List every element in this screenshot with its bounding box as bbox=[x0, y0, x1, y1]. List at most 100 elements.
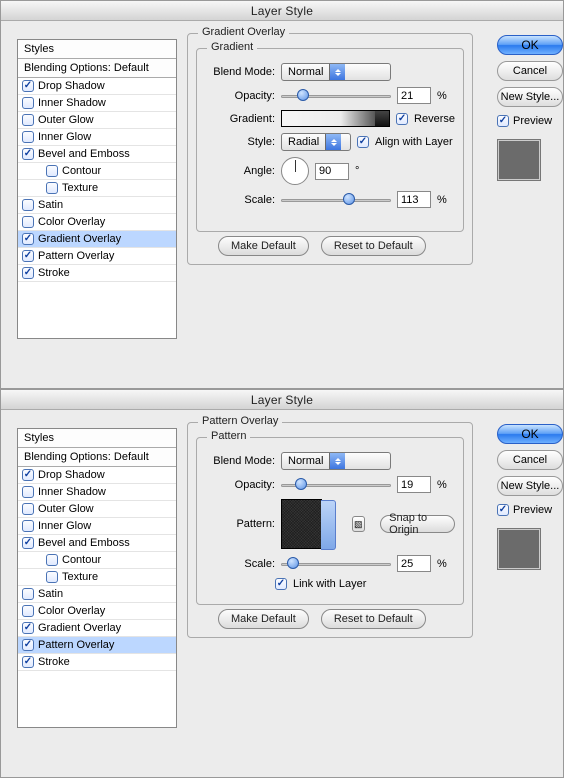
new-style-button[interactable]: New Style... bbox=[497, 476, 563, 496]
preview-checkbox[interactable] bbox=[497, 115, 509, 127]
style-row-pattern-overlay[interactable]: Pattern Overlay bbox=[18, 248, 176, 265]
snap-to-origin-button[interactable]: Snap to Origin bbox=[380, 515, 455, 533]
style-select[interactable]: Radial bbox=[281, 133, 351, 151]
style-row-bevel-and-emboss[interactable]: Bevel and Emboss bbox=[18, 146, 176, 163]
style-checkbox[interactable] bbox=[46, 554, 58, 566]
group-title: Pattern Overlay bbox=[198, 415, 282, 427]
style-row-inner-glow[interactable]: Inner Glow bbox=[18, 129, 176, 146]
opacity-label: Opacity: bbox=[205, 90, 275, 102]
style-row-stroke[interactable]: Stroke bbox=[18, 265, 176, 282]
style-row-satin[interactable]: Satin bbox=[18, 197, 176, 214]
style-label: Bevel and Emboss bbox=[38, 148, 130, 160]
ok-button[interactable]: OK bbox=[497, 424, 563, 444]
style-checkbox[interactable] bbox=[46, 571, 58, 583]
style-checkbox[interactable] bbox=[22, 503, 34, 515]
scale-label: Scale: bbox=[205, 194, 275, 206]
style-row-gradient-overlay[interactable]: Gradient Overlay bbox=[18, 231, 176, 248]
style-row-contour[interactable]: Contour bbox=[18, 552, 176, 569]
style-checkbox[interactable] bbox=[22, 216, 34, 228]
opacity-slider[interactable] bbox=[281, 89, 391, 103]
reset-default-button[interactable]: Reset to Default bbox=[321, 609, 426, 629]
style-checkbox[interactable] bbox=[22, 131, 34, 143]
style-checkbox[interactable] bbox=[22, 80, 34, 92]
style-row-stroke[interactable]: Stroke bbox=[18, 654, 176, 671]
style-row-gradient-overlay[interactable]: Gradient Overlay bbox=[18, 620, 176, 637]
style-checkbox[interactable] bbox=[46, 165, 58, 177]
style-row-texture[interactable]: Texture bbox=[18, 180, 176, 197]
angle-input[interactable] bbox=[315, 163, 349, 180]
new-preset-icon[interactable]: ▧ bbox=[352, 516, 365, 532]
style-label: Gradient Overlay bbox=[38, 233, 121, 245]
style-row-inner-shadow[interactable]: Inner Shadow bbox=[18, 484, 176, 501]
style-checkbox[interactable] bbox=[22, 605, 34, 617]
style-row-inner-shadow[interactable]: Inner Shadow bbox=[18, 95, 176, 112]
style-row-drop-shadow[interactable]: Drop Shadow bbox=[18, 467, 176, 484]
style-checkbox[interactable] bbox=[22, 622, 34, 634]
style-checkbox[interactable] bbox=[22, 114, 34, 126]
pattern-picker[interactable] bbox=[281, 499, 322, 549]
scale-slider[interactable] bbox=[281, 193, 391, 207]
style-checkbox[interactable] bbox=[22, 267, 34, 279]
blending-options[interactable]: Blending Options: Default bbox=[18, 59, 176, 78]
style-row-color-overlay[interactable]: Color Overlay bbox=[18, 603, 176, 620]
style-label: Gradient Overlay bbox=[38, 622, 121, 634]
ok-button[interactable]: OK bbox=[497, 35, 563, 55]
scale-input[interactable] bbox=[397, 555, 431, 572]
blend-mode-select[interactable]: Normal bbox=[281, 452, 391, 470]
style-checkbox[interactable] bbox=[22, 233, 34, 245]
style-label: Inner Glow bbox=[38, 131, 91, 143]
style-checkbox[interactable] bbox=[22, 486, 34, 498]
angle-dial[interactable] bbox=[281, 157, 309, 185]
style-checkbox[interactable] bbox=[22, 656, 34, 668]
opacity-label: Opacity: bbox=[205, 479, 275, 491]
style-row-outer-glow[interactable]: Outer Glow bbox=[18, 501, 176, 518]
preview-checkbox[interactable] bbox=[497, 504, 509, 516]
style-row-pattern-overlay[interactable]: Pattern Overlay bbox=[18, 637, 176, 654]
scale-slider[interactable] bbox=[281, 557, 391, 571]
blend-mode-label: Blend Mode: bbox=[205, 455, 275, 467]
style-row-bevel-and-emboss[interactable]: Bevel and Emboss bbox=[18, 535, 176, 552]
style-row-outer-glow[interactable]: Outer Glow bbox=[18, 112, 176, 129]
style-checkbox[interactable] bbox=[22, 97, 34, 109]
style-checkbox[interactable] bbox=[22, 588, 34, 600]
style-row-inner-glow[interactable]: Inner Glow bbox=[18, 518, 176, 535]
scale-input[interactable] bbox=[397, 191, 431, 208]
blending-options[interactable]: Blending Options: Default bbox=[18, 448, 176, 467]
opacity-input[interactable] bbox=[397, 87, 431, 104]
cancel-button[interactable]: Cancel bbox=[497, 450, 563, 470]
style-row-color-overlay[interactable]: Color Overlay bbox=[18, 214, 176, 231]
titlebar: Layer Style bbox=[1, 1, 563, 21]
blend-mode-select[interactable]: Normal bbox=[281, 63, 391, 81]
pattern-fieldset: Pattern Blend Mode: Normal Opacity: % bbox=[196, 437, 464, 605]
reset-default-button[interactable]: Reset to Default bbox=[321, 236, 426, 256]
make-default-button[interactable]: Make Default bbox=[218, 609, 309, 629]
style-checkbox[interactable] bbox=[22, 250, 34, 262]
style-label: Color Overlay bbox=[38, 216, 105, 228]
opacity-input[interactable] bbox=[397, 476, 431, 493]
styles-header[interactable]: Styles bbox=[18, 429, 176, 448]
style-checkbox[interactable] bbox=[22, 199, 34, 211]
pattern-label: Pattern: bbox=[205, 518, 275, 530]
align-checkbox[interactable] bbox=[357, 136, 369, 148]
opacity-slider[interactable] bbox=[281, 478, 391, 492]
link-with-layer-checkbox[interactable] bbox=[275, 578, 287, 590]
style-checkbox[interactable] bbox=[22, 148, 34, 160]
style-checkbox[interactable] bbox=[22, 537, 34, 549]
style-checkbox[interactable] bbox=[22, 520, 34, 532]
style-row-contour[interactable]: Contour bbox=[18, 163, 176, 180]
gradient-overlay-group: Gradient Overlay Gradient Blend Mode: No… bbox=[187, 33, 473, 265]
style-checkbox[interactable] bbox=[46, 182, 58, 194]
reverse-checkbox[interactable] bbox=[396, 113, 408, 125]
preview-swatch bbox=[497, 139, 541, 181]
gradient-picker[interactable] bbox=[281, 110, 390, 127]
style-row-satin[interactable]: Satin bbox=[18, 586, 176, 603]
make-default-button[interactable]: Make Default bbox=[218, 236, 309, 256]
style-row-drop-shadow[interactable]: Drop Shadow bbox=[18, 78, 176, 95]
cancel-button[interactable]: Cancel bbox=[497, 61, 563, 81]
new-style-button[interactable]: New Style... bbox=[497, 87, 563, 107]
styles-header[interactable]: Styles bbox=[18, 40, 176, 59]
gradient-fieldset: Gradient Blend Mode: Normal Opacity: % bbox=[196, 48, 464, 232]
style-row-texture[interactable]: Texture bbox=[18, 569, 176, 586]
style-checkbox[interactable] bbox=[22, 639, 34, 651]
style-checkbox[interactable] bbox=[22, 469, 34, 481]
